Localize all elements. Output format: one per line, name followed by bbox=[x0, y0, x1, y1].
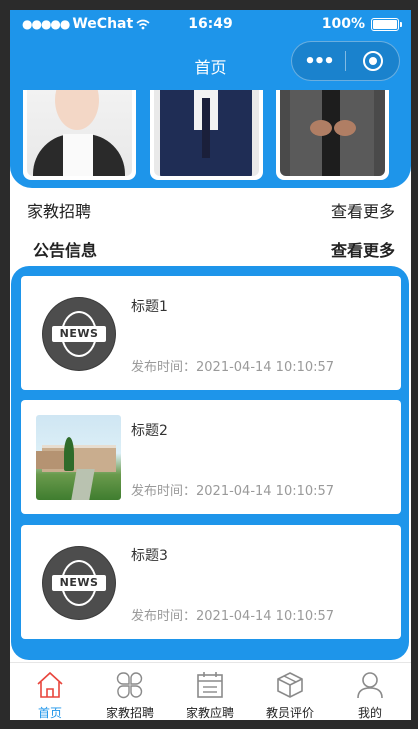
box-icon bbox=[277, 672, 303, 698]
top-bar: ●●●●● WeChat 16:49 100% 首页 ••• bbox=[10, 10, 411, 90]
phone-screen: ●●●●● WeChat 16:49 100% 首页 ••• 家教招聘 查看更多… bbox=[10, 10, 411, 720]
announcement-card[interactable]: 标题2 发布时间：2021-04-14 10:10:57 bbox=[21, 400, 401, 514]
tab-tutor-apply[interactable]: 家教应聘 bbox=[170, 663, 250, 720]
news-thumbnail: NEWS bbox=[36, 540, 121, 625]
calendar-icon bbox=[197, 672, 223, 698]
announcement-time: 发布时间：2021-04-14 10:10:57 bbox=[131, 484, 335, 499]
tutor-photo[interactable] bbox=[23, 90, 136, 180]
tutor-photo[interactable] bbox=[150, 90, 263, 180]
mini-program-capsule: ••• bbox=[291, 41, 400, 81]
announcement-title: 标题3 bbox=[131, 548, 168, 564]
target-icon bbox=[362, 51, 383, 71]
home-icon bbox=[37, 671, 63, 698]
battery: 100% bbox=[321, 16, 402, 32]
recruit-more-link[interactable]: 查看更多 bbox=[331, 198, 395, 222]
recruit-section-title: 家教招聘 bbox=[27, 202, 92, 221]
tab-teacher-review[interactable]: 教员评价 bbox=[250, 663, 330, 720]
tab-mine[interactable]: 我的 bbox=[330, 663, 410, 720]
notice-more-link[interactable]: 查看更多 bbox=[331, 237, 395, 261]
tab-home[interactable]: 首页 bbox=[10, 663, 90, 720]
announcement-card[interactable]: NEWS 标题1 发布时间：2021-04-14 10:10:57 bbox=[21, 276, 401, 390]
tab-bar: 首页 家教招聘 家教应聘 教员评价 我的 bbox=[10, 662, 411, 720]
tab-label: 教员评价 bbox=[265, 706, 314, 720]
notice-section-title: 公告信息 bbox=[33, 241, 98, 260]
announcement-card[interactable]: NEWS 标题3 发布时间：2021-04-14 10:10:57 bbox=[21, 525, 401, 639]
school-photo bbox=[36, 415, 121, 500]
tab-label: 家教应聘 bbox=[185, 706, 234, 720]
tutor-photo[interactable] bbox=[276, 90, 389, 180]
announcement-title: 标题1 bbox=[131, 299, 168, 315]
tab-tutor-recruit[interactable]: 家教招聘 bbox=[90, 663, 170, 720]
status-bar: ●●●●● WeChat 16:49 100% bbox=[10, 10, 411, 38]
tab-label: 首页 bbox=[37, 706, 62, 720]
announcement-list: NEWS 标题1 发布时间：2021-04-14 10:10:57 标题2 发布… bbox=[11, 266, 409, 660]
announcement-time: 发布时间：2021-04-14 10:10:57 bbox=[131, 609, 335, 624]
announcement-time: 发布时间：2021-04-14 10:10:57 bbox=[131, 360, 335, 375]
news-icon: NEWS bbox=[43, 298, 115, 370]
close-miniprogram-button[interactable] bbox=[346, 51, 399, 71]
news-thumbnail: NEWS bbox=[36, 291, 121, 376]
news-icon: NEWS bbox=[43, 547, 115, 619]
more-menu-icon[interactable]: ••• bbox=[292, 51, 345, 72]
tutor-banner bbox=[10, 90, 411, 188]
grid-icon bbox=[116, 672, 143, 699]
battery-icon bbox=[371, 17, 402, 31]
user-icon bbox=[357, 672, 383, 699]
battery-percent: 100% bbox=[321, 16, 365, 32]
announcement-title: 标题2 bbox=[131, 423, 168, 439]
tab-label: 我的 bbox=[357, 706, 382, 720]
tab-label: 家教招聘 bbox=[105, 706, 154, 720]
